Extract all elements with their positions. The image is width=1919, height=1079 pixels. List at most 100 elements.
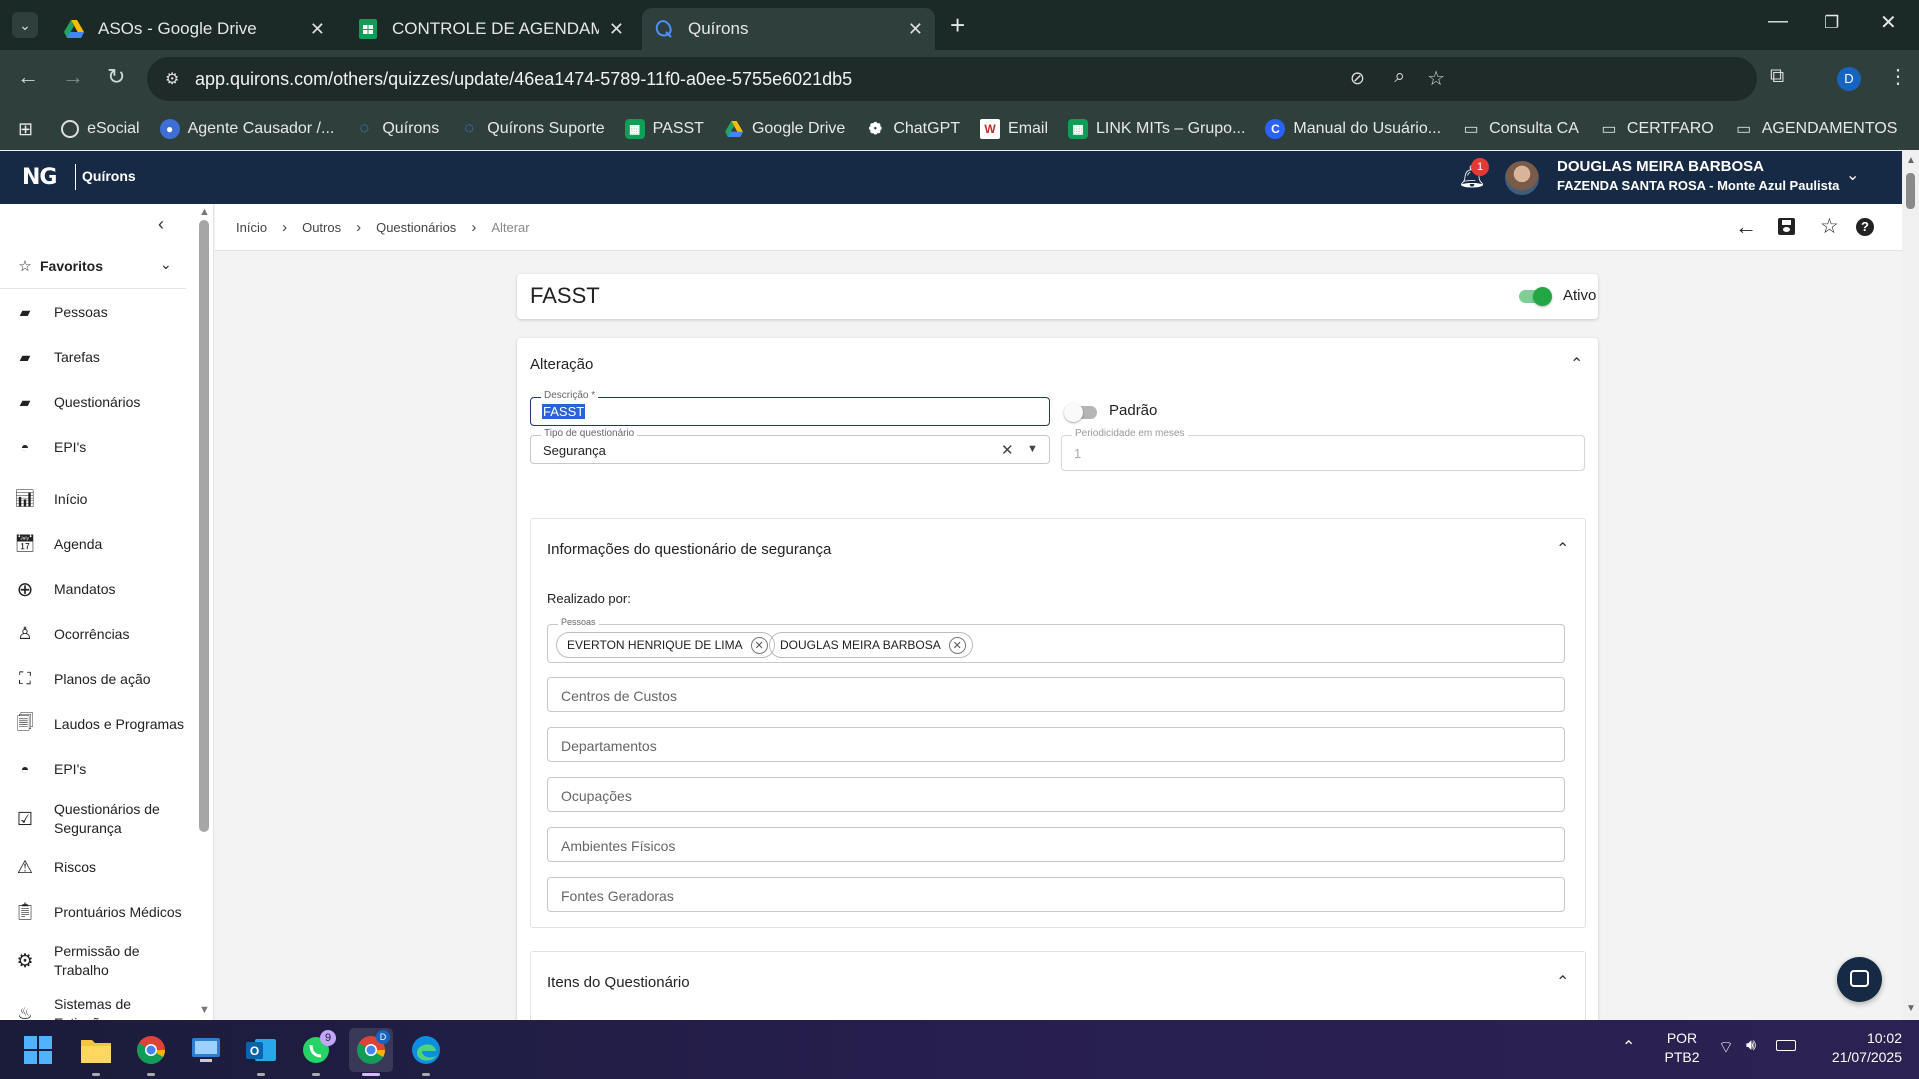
collapse-sidebar-icon[interactable]: ‹	[158, 214, 164, 235]
sidebar-item-laudos[interactable]: 🗐︎ Laudos e Programas	[0, 712, 195, 736]
fontes-geradoras-input[interactable]: Fontes Geradoras	[547, 877, 1565, 912]
eye-off-icon[interactable]: ⊘	[1350, 68, 1365, 89]
apps-grid-icon[interactable]: ⊞	[18, 119, 33, 140]
sidebar-item-agenda[interactable]: 📅︎ Agenda	[0, 532, 195, 556]
sidebar-item-sistemas-extincao[interactable]: ♨Sistemas de Extinção	[0, 994, 195, 1020]
sidebar-item-ocorrencias[interactable]: ♙ Ocorrências	[0, 622, 195, 646]
dropdown-arrow-icon[interactable]: ▼	[1027, 443, 1038, 455]
pessoas-field[interactable]: Pessoas EVERTON HENRIQUE DE LIMA ✕ DOUGL…	[547, 617, 1565, 663]
restore-icon[interactable]: ❐	[1824, 13, 1839, 33]
bookmark-quirons-suporte[interactable]: ◌ Quírons Suporte	[459, 119, 605, 139]
collapse-chevron-icon[interactable]: ⌃	[1556, 972, 1569, 992]
back-icon[interactable]: ←	[17, 64, 39, 90]
bookmark-email[interactable]: W Email	[980, 119, 1048, 139]
volume-icon[interactable]: 🔊︎	[1746, 1037, 1756, 1055]
bookmark-google-drive[interactable]: Google Drive	[724, 119, 845, 139]
descricao-field[interactable]: Descrição * FASST	[530, 390, 1050, 426]
site-info-icon[interactable]: ⚙	[165, 69, 179, 89]
reload-icon[interactable]: ↻	[107, 64, 125, 90]
outlook-icon[interactable]: O	[242, 1031, 280, 1069]
user-menu-chevron-icon[interactable]: ⌄	[1846, 165, 1859, 185]
tab-search-button[interactable]: ⌄	[12, 12, 38, 38]
tipo-select[interactable]: Tipo de questionário Segurança ✕ ▼	[530, 428, 1050, 464]
sidebar-scrollbar[interactable]: ▲ ▼	[198, 204, 212, 1020]
windows-start-icon[interactable]	[19, 1031, 57, 1069]
breadcrumb-inicio[interactable]: Início	[236, 220, 267, 235]
breadcrumb-outros[interactable]: Outros	[302, 220, 341, 235]
favorite-star-icon[interactable]: ☆	[1820, 214, 1839, 239]
profile-avatar[interactable]: D	[1837, 67, 1861, 91]
scroll-thumb[interactable]	[1906, 173, 1915, 209]
close-tab-icon[interactable]: ✕	[908, 19, 923, 40]
zoom-icon[interactable]: ⌕	[1394, 66, 1405, 88]
collapse-chevron-icon[interactable]: ⌃	[1556, 539, 1569, 559]
collapse-chevron-icon[interactable]: ⌃	[1570, 354, 1583, 374]
close-tab-icon[interactable]: ✕	[310, 19, 325, 40]
breadcrumb-questionarios[interactable]: Questionários	[376, 220, 456, 235]
ng-logo[interactable]: NG	[22, 165, 57, 190]
sidebar-item-permissao-trabalho[interactable]: ⚙ Permissão de Trabalho	[0, 941, 195, 981]
browser-tab-drive[interactable]: ASOs - Google Drive ✕	[52, 8, 337, 50]
extensions-icon[interactable]: ⧉	[1770, 65, 1784, 88]
bookmark-chatgpt[interactable]: ❁ ChatGPT	[865, 119, 960, 139]
sidebar-item-planos-acao[interactable]: ⛶ Planos de ação	[0, 667, 195, 691]
minimize-icon[interactable]: —	[1768, 10, 1788, 33]
sidebar-item-prontuarios[interactable]: 📋︎ Prontuários Médicos	[0, 900, 195, 924]
tray-overflow-icon[interactable]: ⌃	[1622, 1037, 1635, 1057]
menu-icon[interactable]: ⋮	[1888, 64, 1908, 89]
sidebar-fav-questionarios[interactable]: ▰ Questionários	[0, 390, 195, 414]
sidebar-fav-pessoas[interactable]: ▰ Pessoas	[0, 300, 195, 324]
padrao-toggle[interactable]	[1064, 403, 1097, 422]
sidebar-item-riscos[interactable]: ⚠ Riscos	[0, 855, 195, 879]
bookmark-certfaro[interactable]: ▭ CERTFARO	[1599, 119, 1713, 139]
scroll-down-icon[interactable]: ▼	[199, 1004, 210, 1016]
sidebar-item-epis[interactable]: ◓ EPI's	[0, 757, 195, 781]
sidebar-item-mandatos[interactable]: ⊕ Mandatos	[0, 577, 195, 601]
descricao-value[interactable]: FASST	[542, 404, 586, 419]
person-chip[interactable]: EVERTON HENRIQUE DE LIMA ✕	[556, 632, 775, 658]
remove-chip-icon[interactable]: ✕	[750, 636, 768, 654]
chrome-icon[interactable]	[132, 1031, 170, 1069]
bookmark-agente[interactable]: ● Agente Causador /...	[159, 119, 334, 139]
sidebar-scroll-thumb[interactable]	[199, 220, 209, 832]
departamentos-input[interactable]: Departamentos	[547, 727, 1565, 762]
close-window-icon[interactable]: ✕	[1880, 10, 1897, 35]
ocupacoes-input[interactable]: Ocupações	[547, 777, 1565, 812]
bookmark-consulta-ca[interactable]: ▭ Consulta CA	[1461, 119, 1579, 139]
bookmark-esocial[interactable]: eSocial	[61, 120, 140, 138]
scroll-up-icon[interactable]: ▲	[1906, 155, 1916, 166]
star-bookmark-icon[interactable]: ☆	[1427, 66, 1445, 91]
help-icon[interactable]: ?	[1856, 218, 1874, 236]
clear-icon[interactable]: ✕	[1001, 441, 1014, 459]
bookmark-agendamentos[interactable]: ▭ AGENDAMENTOS	[1734, 119, 1897, 139]
sidebar-item-inicio[interactable]: 📊︎ Início	[0, 487, 195, 511]
sidebar-item-questionarios-seguranca[interactable]: ☑ Questionários de Segurança	[0, 799, 195, 839]
wifi-icon[interactable]: ⌔	[1718, 1037, 1734, 1058]
new-tab-button[interactable]: +	[950, 10, 965, 41]
bookmark-passt[interactable]: ▦ PASST	[624, 119, 704, 139]
sidebar-fav-tarefas[interactable]: ▰ Tarefas	[0, 345, 195, 369]
sidebar-fav-epis[interactable]: ◓ EPI's	[0, 435, 195, 459]
remove-chip-icon[interactable]: ✕	[948, 636, 966, 654]
bookmark-manual[interactable]: C Manual do Usuário...	[1265, 119, 1441, 139]
scroll-down-icon[interactable]: ▼	[1906, 1003, 1916, 1014]
clock[interactable]: 10:02 21/07/2025	[1812, 1030, 1902, 1065]
file-explorer-icon[interactable]	[77, 1031, 115, 1069]
scroll-up-icon[interactable]: ▲	[199, 206, 210, 218]
edge-icon[interactable]	[407, 1031, 445, 1069]
chat-widget-button[interactable]	[1837, 957, 1882, 1002]
battery-icon[interactable]	[1776, 1040, 1796, 1051]
active-toggle[interactable]	[1519, 287, 1552, 306]
address-bar[interactable]: ⚙ app.quirons.com/others/quizzes/update/…	[147, 57, 1757, 101]
browser-tab-quirons[interactable]: Quírons ✕	[642, 8, 935, 50]
centros-custos-input[interactable]: Centros de Custos	[547, 677, 1565, 712]
favorites-header[interactable]: ☆ Favoritos ⌄	[0, 254, 195, 278]
page-scrollbar[interactable]: ▲ ▼	[1902, 151, 1919, 1020]
person-chip[interactable]: DOUGLAS MEIRA BARBOSA ✕	[769, 632, 973, 658]
close-tab-icon[interactable]: ✕	[609, 19, 624, 40]
browser-tab-sheets[interactable]: CONTROLE DE AGENDAMENTO ✕	[346, 8, 636, 50]
save-icon[interactable]	[1778, 218, 1795, 235]
bookmark-quirons[interactable]: ◌ Quírons	[354, 119, 440, 139]
avatar[interactable]	[1505, 161, 1539, 195]
forward-icon[interactable]: →	[62, 64, 84, 90]
